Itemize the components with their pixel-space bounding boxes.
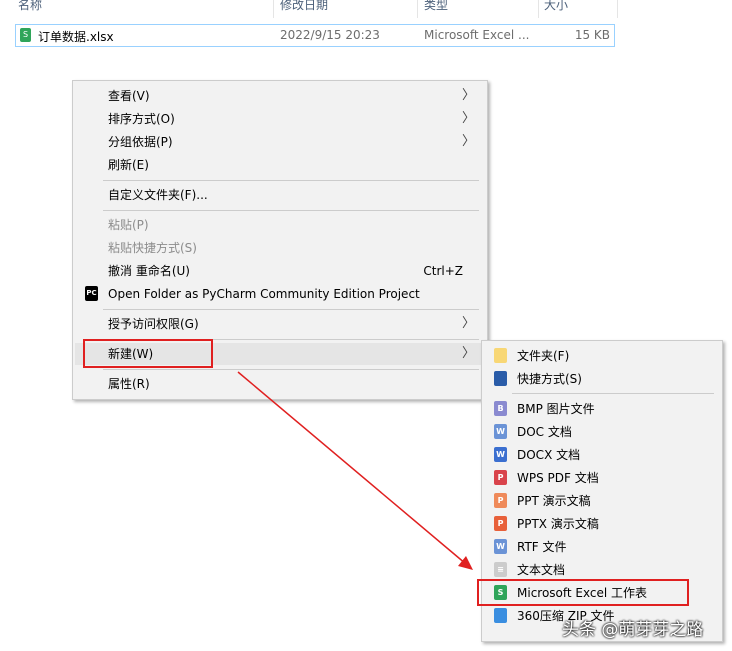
watermark: 头条 @萌芽芽之路	[562, 620, 704, 640]
arrow-annotation	[237, 371, 473, 570]
